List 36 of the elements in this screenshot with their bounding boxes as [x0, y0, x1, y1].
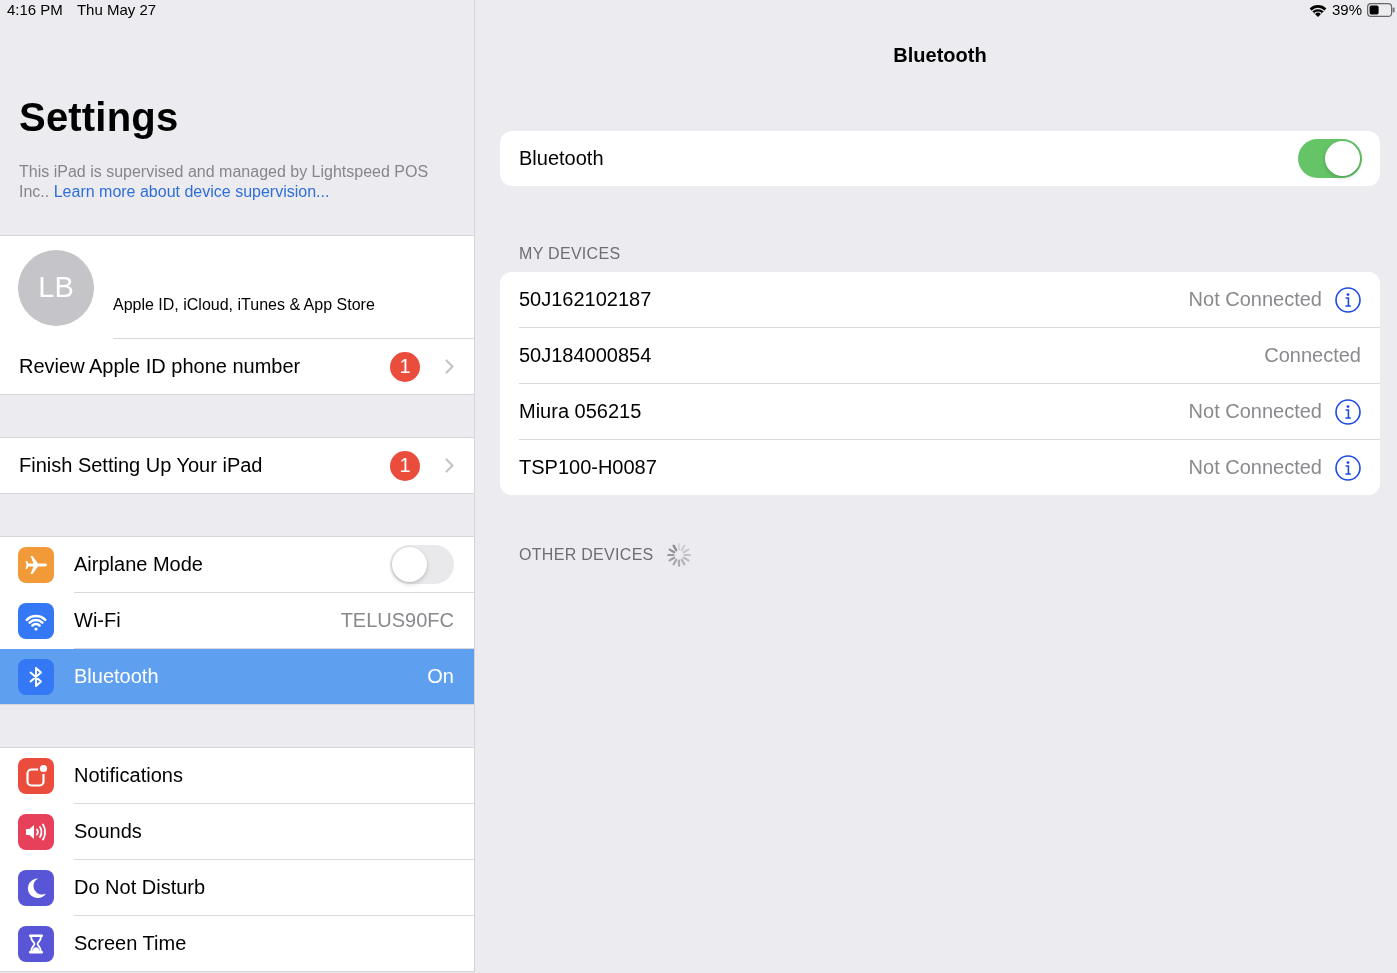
- status-date: Thu May 27: [76, 1, 157, 19]
- wifi-icon: [18, 603, 54, 639]
- page-title: Settings: [19, 94, 180, 141]
- wifi-icon: [1308, 3, 1327, 17]
- connection-status: Connected: [1264, 344, 1361, 367]
- battery-percentage: 39%: [1331, 1, 1362, 19]
- connection-status: Not Connected: [1188, 400, 1322, 423]
- bluetooth-icon: [18, 658, 54, 695]
- chevron-right-icon: [445, 458, 454, 473]
- notification-badge: 1: [390, 450, 420, 481]
- supervision-note: This iPad is supervised and managed by Lightspeed POS Inc.. Learn more about device supervision...: [19, 162, 430, 202]
- section-header: MY DEVICES: [519, 244, 621, 264]
- notification-icon: [18, 758, 54, 794]
- notification-badge: 1: [390, 351, 420, 382]
- info-button[interactable]: [1335, 398, 1361, 425]
- info-button[interactable]: [1335, 454, 1361, 481]
- status-time: 4:16 PM: [7, 1, 63, 19]
- connection-status: Not Connected: [1188, 288, 1322, 311]
- info-button[interactable]: [1335, 286, 1361, 313]
- learn-more-link[interactable]: Learn more about device supervision...: [53, 183, 330, 200]
- device-row[interactable]: 50J162102187 Not Connected: [500, 272, 1380, 328]
- connection-status: Not Connected: [1188, 456, 1322, 479]
- avatar: LB: [18, 249, 94, 326]
- toggle-switch[interactable]: [390, 545, 454, 584]
- section-header: OTHER DEVICES: [519, 545, 654, 565]
- speaker-icon: [18, 814, 54, 850]
- hourglass-icon: [18, 925, 54, 962]
- airplane-icon: [18, 547, 54, 583]
- moon-icon: [18, 870, 54, 906]
- battery-icon: [1367, 3, 1395, 17]
- setting-label: Bluetooth: [519, 147, 605, 170]
- nav-title: Bluetooth: [892, 43, 988, 67]
- chevron-right-icon: [445, 359, 454, 374]
- toggle-switch[interactable]: [1298, 139, 1362, 178]
- setting-value: TELUS90FC: [340, 609, 454, 632]
- setting-value: On: [427, 665, 454, 688]
